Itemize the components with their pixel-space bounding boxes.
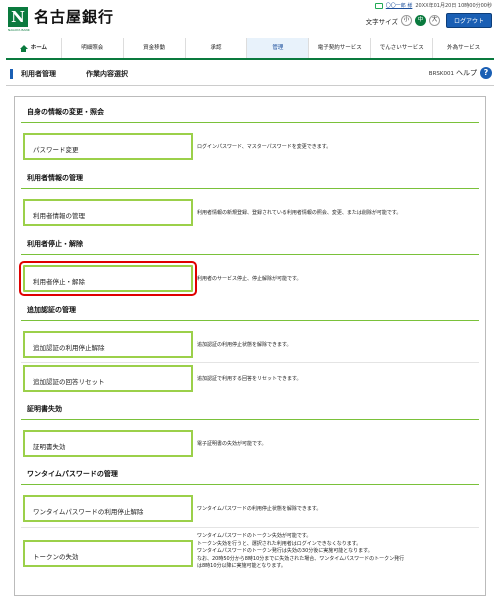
desc-line: 追加認証で利用する回答をリセットできます。 [197, 376, 302, 382]
home-icon [19, 44, 28, 52]
header: N 名古屋銀行 NAGOYA BANK 〇〇一郎 様 20XX年01月20日 1… [0, 0, 500, 38]
text-size-small-button[interactable]: 小 [400, 15, 412, 26]
item-description: ワンタイムパスワードのトークン失効が可能です。 トークン失効を行うと、選択された… [197, 533, 479, 571]
row-divider [21, 527, 479, 528]
nav-management[interactable]: 管理 [246, 38, 309, 58]
section-title: 利用者情報の管理 [27, 174, 83, 182]
user-card-icon [374, 2, 383, 9]
desc-line: トークン失効を行うと、選択された利用者はログインできなくなります。 [197, 540, 362, 547]
section-divider [21, 188, 479, 189]
user-suspend-release-button[interactable]: 利用者停止・解除 [19, 261, 197, 296]
global-nav: ホーム 明細照会 資金移動 承認 管理 電子契約サービス でんさいサービス 外為… [6, 38, 494, 60]
desc-line: は8時10分以降に実施可能となります。 [197, 563, 286, 569]
additional-auth-reset-button[interactable]: 追加認証の回答リセット [23, 365, 193, 392]
item-description: 電子証明書の失効が可能です。 [197, 441, 479, 449]
token-revoke-button[interactable]: トークンの失効 [23, 540, 193, 567]
section-divider [21, 122, 479, 123]
logo-mark: N [8, 6, 28, 27]
item-description: 追加認証で利用する回答をリセットできます。 [197, 376, 479, 384]
item-label: 利用者停止・解除 [33, 278, 85, 286]
section-title: 自身の情報の変更・照会 [27, 108, 104, 116]
item-label: 追加認証の利用停止解除 [33, 344, 105, 352]
desc-line: 利用者情報の新規登録、登録されている利用者情報の照会、変更、または削除が可能です… [197, 210, 402, 216]
logo-subtext: NAGOYA BANK [8, 28, 30, 32]
item-label: 追加認証の回答リセット [33, 378, 105, 386]
section-divider [21, 484, 479, 485]
nav-home[interactable]: ホーム [6, 38, 61, 58]
nav-approval[interactable]: 承認 [184, 38, 247, 58]
logout-button[interactable]: ログアウト [445, 13, 492, 28]
user-info-management-button[interactable]: 利用者情報の管理 [23, 199, 193, 226]
section-user-suspension: 利用者停止・解除 [15, 235, 485, 255]
title-accent-bar [10, 69, 13, 79]
row-divider [21, 362, 479, 363]
nav-e-contract[interactable]: 電子契約サービス [308, 38, 370, 58]
nav-home-label: ホーム [30, 45, 48, 51]
help-icon: ? [480, 67, 492, 79]
item-description: 利用者情報の新規登録、登録されている利用者情報の照会、変更、または削除が可能です… [197, 210, 479, 218]
nav-statements[interactable]: 明細照会 [60, 38, 123, 58]
desc-line: 利用者のサービス停止、停止解除が可能です。 [197, 276, 302, 282]
item-description: 利用者のサービス停止、停止解除が可能です。 [197, 276, 479, 284]
user-name-link[interactable]: 〇〇一郎 様 [386, 2, 413, 9]
certificate-revoke-button[interactable]: 証明書失効 [23, 430, 193, 457]
section-self-info: 自身の情報の変更・照会 [15, 103, 485, 123]
item-label: 証明書失効 [33, 443, 66, 451]
section-divider [21, 254, 479, 255]
bank-name: 名古屋銀行 [34, 8, 115, 26]
section-user-info: 利用者情報の管理 [15, 169, 485, 189]
item-label: ワンタイムパスワードの利用停止解除 [33, 508, 144, 516]
section-title: 追加認証の管理 [27, 306, 76, 314]
desc-line: 電子証明書の失効が可能です。 [197, 441, 267, 447]
screen-id: BRSK001 [428, 71, 454, 77]
section-title: ワンタイムパスワードの管理 [27, 470, 118, 478]
item-description: 追加認証の利用停止状態を解除できます。 [197, 342, 479, 350]
text-size-label: 文字サイズ [365, 17, 398, 26]
additional-auth-unlock-button[interactable]: 追加認証の利用停止解除 [23, 331, 193, 358]
section-divider [21, 419, 479, 420]
desc-line: 追加認証の利用停止状態を解除できます。 [197, 342, 292, 348]
section-divider [21, 320, 479, 321]
password-change-button[interactable]: パスワード変更 [23, 133, 193, 160]
desc-line: ワンタイムパスワードのトークン発行は失効の30分後に実施可能となります。 [197, 548, 373, 554]
item-description: ログインパスワード、マスターパスワードを変更できます。 [197, 144, 479, 152]
desc-line: なお、20時50分から8時10分までに失効された場合、ワンタイムパスワードのトー… [197, 555, 405, 562]
bank-logo[interactable]: N 名古屋銀行 [8, 6, 114, 27]
desc-line: ワンタイムパスワードのトークン失効が可能です。 [197, 533, 312, 539]
help-link[interactable]: ヘルプ ? [456, 67, 492, 79]
nav-transfers[interactable]: 資金移動 [122, 38, 185, 58]
item-label: トークンの失効 [33, 553, 79, 561]
management-menu-panel: 自身の情報の変更・照会 パスワード変更 ログインパスワード、マスターパスワードを… [14, 96, 486, 596]
last-login-time: 20XX年01月20日 10時00分00秒 [415, 3, 492, 9]
desc-line: ログインパスワード、マスターパスワードを変更できます。 [197, 144, 332, 150]
otp-unlock-button[interactable]: ワンタイムパスワードの利用停止解除 [23, 495, 193, 522]
section-certificate-revoke: 証明書失効 [15, 400, 485, 420]
desc-line: ワンタイムパスワードの利用停止状態を解除できます。 [197, 506, 322, 512]
nav-densai[interactable]: でんさいサービス [370, 38, 432, 58]
section-onetime-password: ワンタイムパスワードの管理 [15, 465, 485, 485]
section-title: 証明書失効 [27, 405, 62, 413]
text-size-medium-button[interactable]: 中 [414, 15, 426, 26]
item-label: パスワード変更 [33, 146, 79, 154]
nav-forex[interactable]: 外為サービス [432, 38, 494, 58]
section-additional-auth: 追加認証の管理 [15, 301, 485, 321]
text-size-control: 文字サイズ 小 中 大 ログアウト [366, 13, 492, 28]
section-title: 利用者停止・解除 [27, 240, 83, 248]
item-description: ワンタイムパスワードの利用停止状態を解除できます。 [197, 506, 479, 514]
help-label: ヘルプ [456, 69, 477, 77]
page-title-bar: 利用者管理 作業内容選択 BRSK001 ヘルプ ? [6, 62, 494, 86]
page-title: 利用者管理 [21, 70, 56, 78]
item-label: 利用者情報の管理 [33, 212, 85, 220]
page-subtitle: 作業内容選択 [86, 70, 128, 78]
text-size-large-button[interactable]: 大 [428, 15, 440, 26]
user-info: 〇〇一郎 様 20XX年01月20日 10時00分00秒 [374, 2, 492, 9]
